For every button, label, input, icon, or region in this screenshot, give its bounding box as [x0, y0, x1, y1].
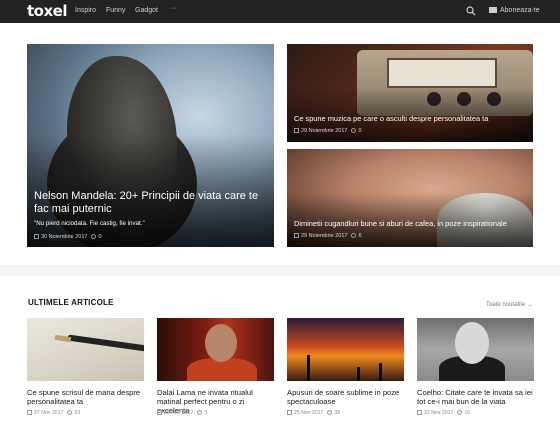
nav-link-gadgot[interactable]: Gadgot: [135, 7, 158, 14]
calendar-icon: [287, 410, 292, 415]
article-date: 22 Nov 2017: [424, 410, 454, 416]
featured-shares: 0: [98, 234, 102, 240]
share-icon: [351, 128, 357, 133]
side-card-2[interactable]: Diminetii cugandluri bune si aburi de ca…: [287, 149, 533, 247]
calendar-icon: [294, 233, 299, 238]
article-shares: 23: [74, 410, 81, 416]
top-navbar: toxel Inspiro Funny Gadgot ··· Aboneaza-…: [0, 0, 560, 23]
envelope-icon: [489, 7, 497, 13]
portrait-face: [205, 324, 237, 362]
calendar-icon: [417, 410, 422, 415]
share-icon: [67, 410, 73, 415]
share-icon: [457, 410, 463, 415]
article-thumb[interactable]: [27, 318, 144, 381]
side-card-1[interactable]: Ce spune muzica pe care o asculti despre…: [287, 44, 533, 142]
nav-link-inspiro[interactable]: Inspiro: [75, 7, 96, 14]
search-icon[interactable]: [466, 6, 476, 16]
article-shares: 16: [464, 410, 471, 416]
article-meta: 25 Nov 2017 38: [287, 410, 340, 416]
calendar-icon: [294, 128, 299, 133]
side-card-2-title[interactable]: Diminetii cugandluri bune si aburi de ca…: [294, 219, 530, 228]
nav-more[interactable]: ···: [170, 5, 177, 12]
calendar-icon: [27, 410, 32, 415]
section-title: ULTIMELE ARTICOLE: [28, 298, 114, 307]
nav-link-funny[interactable]: Funny: [106, 7, 125, 14]
subscribe-label: Aboneaza-te: [500, 7, 540, 14]
featured-title[interactable]: Nelson Mandela: 20+ Principii de viata c…: [34, 190, 270, 216]
side-card-1-meta: 29 Noiembrie 2017 0: [294, 128, 362, 134]
tree-silhouette: [357, 367, 360, 381]
side-card-1-date: 29 Noiembrie 2017: [301, 128, 348, 134]
side-card-1-title[interactable]: Ce spune muzica pe care o asculti despre…: [294, 114, 530, 123]
share-icon: [327, 410, 333, 415]
article-meta: 22 Nov 2017 16: [417, 410, 470, 416]
share-icon: [91, 234, 97, 239]
share-icon: [197, 410, 203, 415]
article-title[interactable]: Apusuri de soare sublime in poze spectac…: [287, 388, 407, 406]
all-news-link[interactable]: Toate noutatile →: [486, 302, 533, 308]
featured-card-main[interactable]: Nelson Mandela: 20+ Principii de viata c…: [27, 44, 274, 247]
side-card-2-shares: 6: [358, 233, 362, 239]
article-date: 25 Nov 2017: [164, 410, 194, 416]
side-card-2-date: 29 Noiembrie 2017: [301, 233, 348, 239]
subscribe-button[interactable]: Aboneaza-te: [489, 7, 540, 14]
side-card-2-meta: 29 Noiembrie 2017 6: [294, 233, 362, 239]
fountain-pen: [66, 334, 144, 352]
site-logo[interactable]: toxel: [27, 2, 67, 20]
article-title[interactable]: Coelho: Citate care te invata sa iei tot…: [417, 388, 537, 406]
article-shares: 5: [204, 410, 208, 416]
article-title[interactable]: Ce spune scrisul de mana despre personal…: [27, 388, 147, 406]
featured-quote: "Nu pierd niciodata. Fie castig, fie inv…: [34, 220, 145, 227]
article-meta: 25 Nov 2017 5: [157, 410, 207, 416]
portrait-face: [455, 322, 489, 364]
calendar-icon: [34, 234, 39, 239]
radio-dial: [387, 58, 497, 88]
article-date: 25 Nov 2017: [294, 410, 324, 416]
featured-meta: 30 Noiembrie 2017 0: [34, 234, 102, 240]
article-thumb[interactable]: [287, 318, 404, 381]
calendar-icon: [157, 410, 162, 415]
tree-silhouette: [307, 355, 310, 381]
article-shares: 38: [334, 410, 341, 416]
article-thumb[interactable]: [417, 318, 534, 381]
tree-silhouette: [379, 363, 382, 381]
article-date: 27 Nov 2017: [34, 410, 64, 416]
featured-date: 30 Noiembrie 2017: [41, 234, 88, 240]
article-thumb[interactable]: [157, 318, 274, 381]
pen-nib: [54, 334, 72, 343]
article-meta: 27 Nov 2017 23: [27, 410, 80, 416]
share-icon: [351, 233, 357, 238]
side-card-1-shares: 0: [358, 128, 362, 134]
